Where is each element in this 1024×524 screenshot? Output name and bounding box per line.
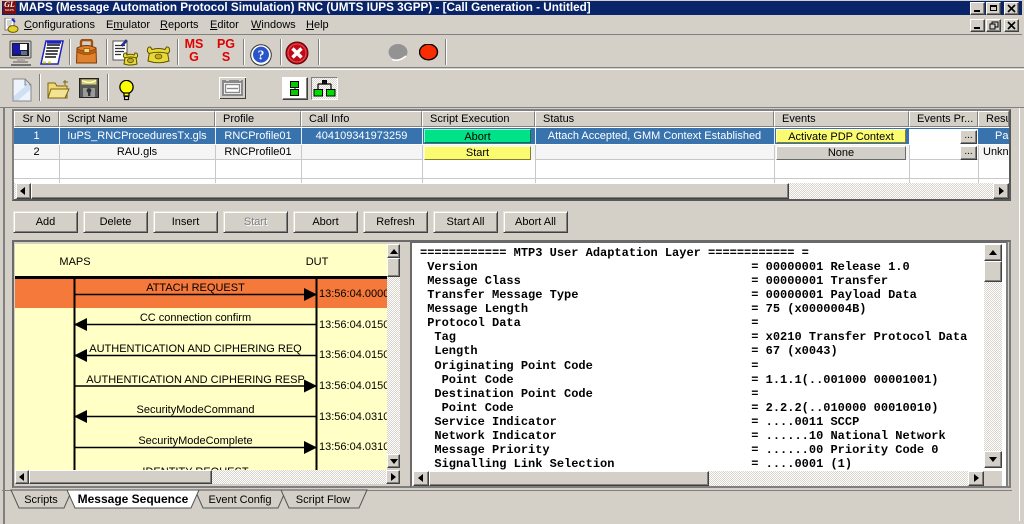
svg-text:Script Flow: Script Flow bbox=[296, 494, 350, 506]
svg-text:Event Config: Event Config bbox=[209, 494, 272, 506]
svg-text:Message Sequence: Message Sequence bbox=[78, 492, 189, 506]
svg-text:?: ? bbox=[258, 48, 265, 63]
svg-text:Scripts: Scripts bbox=[24, 494, 58, 506]
